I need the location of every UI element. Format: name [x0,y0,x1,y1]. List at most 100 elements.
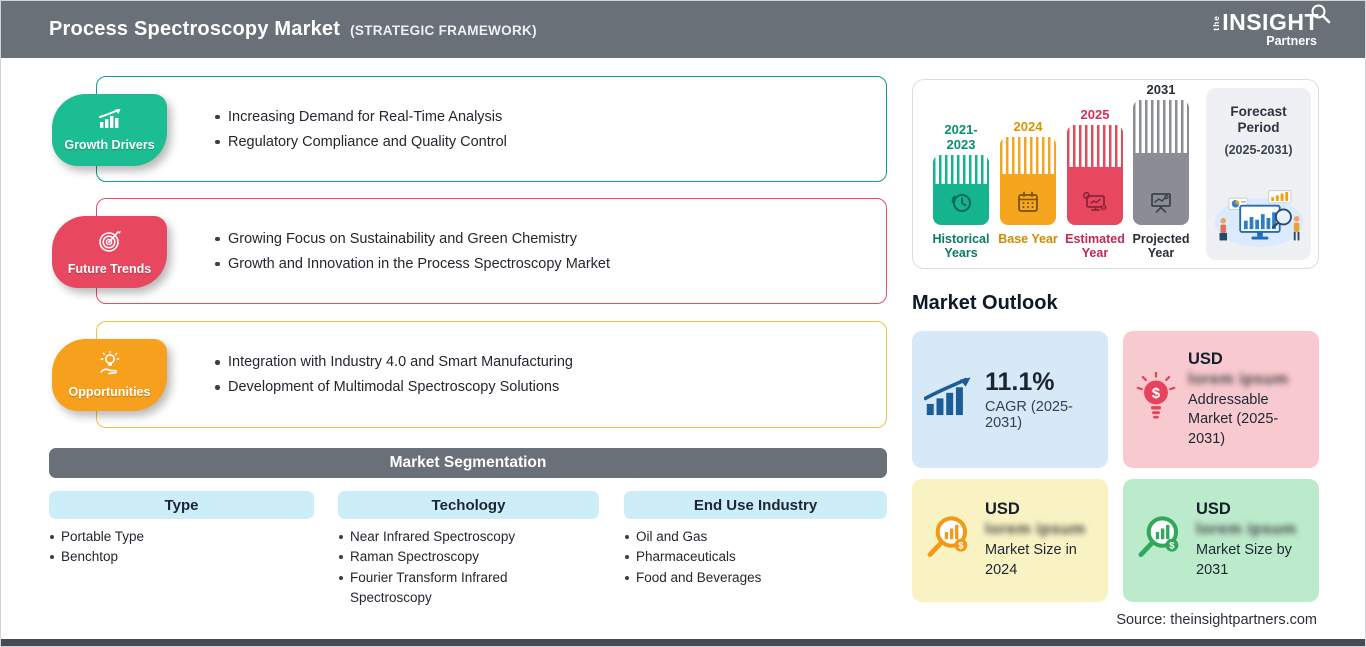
future-trend-item: Growing Focus on Sustainability and Gree… [215,231,886,247]
bar: 2021-2023 [933,122,989,225]
timeline-caption: Historical Years [932,232,990,261]
list-item: Pharmaceuticals [624,547,864,567]
timeline-bar-estimated: 2025 $ Estimated Year [1065,80,1125,268]
page-title: Process Spectroscopy Market [49,18,341,40]
segment-header-end-use: End Use Industry [624,491,887,519]
list-item: Raman Spectroscopy [338,547,550,567]
timeline-caption: Base Year [998,232,1058,246]
header: Process Spectroscopy Market (STRATEGIC F… [1,1,1365,58]
segment-header-label: End Use Industry [693,496,818,514]
forecast-period-panel: Forecast Period (2025-2031) [1206,88,1311,260]
timeline-bar-base: 2024 Base Year [998,80,1058,268]
logo-insight-text: INSIGHT [1222,9,1319,36]
future-trends-label: Future Trends [67,262,152,276]
timeline-bar-projected: 2031 Projected Year [1131,80,1191,268]
opportunities-badge: Opportunities [52,339,167,411]
cagr-card: 11.1% CAGR (2025-2031) [912,331,1108,468]
logo-the-text: The [1210,14,1221,31]
clock-history-icon [951,194,971,212]
segment-header-type: Type [49,491,314,519]
svg-text:$: $ [958,541,964,552]
card-label: Market Size in 2024 [985,542,1077,578]
segment-header-technology: Techology [338,491,599,519]
market-segmentation-bar: Market Segmentation [49,448,887,478]
list-item: Fourier Transform Infrared Spectroscopy [338,568,550,609]
end-use-list: Oil and Gas Pharmaceuticals Food and Bev… [624,527,864,588]
list-item: Food and Beverages [624,568,864,588]
calendar-icon [1018,191,1038,212]
header-titles: Process Spectroscopy Market (STRATEGIC F… [49,18,537,41]
addressable-market-card: $ USD lorem ipsum Addressable Market (20… [1123,331,1319,468]
market-size-2031-text: USD lorem ipsum Market Size by 2031 [1196,500,1316,580]
monitor-gear-icon: $ [1082,191,1107,212]
magnifier-chart-icon: $ [924,513,974,568]
target-dart-icon [97,228,123,259]
growth-driver-item: Increasing Demand for Real-Time Analysis [215,109,886,125]
list-item: Oil and Gas [624,527,864,547]
market-size-2024-text: USD lorem ipsum Market Size in 2024 [985,500,1105,580]
type-list: Portable Type Benchtop [49,527,299,568]
blurred-value: lorem ipsum [1196,521,1297,539]
timeline-year: 2025 [1080,107,1110,122]
cagr-text: 11.1% CAGR (2025-2031) [985,368,1096,431]
card-label: Addressable Market (2025-2031) [1188,391,1279,447]
timeline-year: 2024 [1013,119,1043,134]
bar-chart-rising-icon [97,108,123,135]
research-timeline-card: 2021-2023 Historical Years 2024 Base Yea… [912,79,1319,269]
currency-label: USD [1188,349,1223,368]
future-trend-item: Growth and Innovation in the Process Spe… [215,256,886,272]
list-item: Portable Type [49,527,299,547]
list-item: Near Infrared Spectroscopy [338,527,550,547]
svg-text:$: $ [1152,386,1160,402]
opportunity-item: Development of Multimodal Spectroscopy S… [215,379,886,395]
lightbulb-hand-icon [96,350,124,382]
page-subtitle: (STRATEGIC FRAMEWORK) [350,23,537,38]
addressable-market-text: USD lorem ipsum Addressable Market (2025… [1188,350,1308,450]
future-trends-box: Future Trends Growing Focus on Sustainab… [52,198,887,304]
slide: Process Spectroscopy Market (STRATEGIC F… [0,0,1366,647]
currency-label: USD [985,500,1020,519]
brand-logo: The INSIGHT Partners [1210,4,1331,49]
growth-drivers-label: Growth Drivers [64,138,155,152]
cagr-label: CAGR (2025-2031) [985,399,1073,431]
growth-chart-icon [923,376,974,423]
market-size-2031-card: $ USD lorem ipsum Market Size by 2031 [1123,479,1319,602]
timeline-caption: Estimated Year [1065,232,1125,261]
timeline-caption: Projected Year [1132,232,1190,261]
bar: 2031 [1133,82,1189,225]
blurred-value: lorem ipsum [1188,370,1289,388]
technology-list: Near Infrared Spectroscopy Raman Spectro… [338,527,550,608]
blurred-value: lorem ipsum [985,521,1086,539]
forecast-period-range: (2025-2031) [1224,143,1293,158]
card-label: Market Size by 2031 [1196,542,1292,578]
svg-text:$: $ [1102,206,1105,212]
lightbulb-dollar-icon: $ [1135,371,1177,427]
market-outlook-title: Market Outlook [912,292,1058,314]
magnifier-chart-icon: $ [1135,513,1185,568]
timeline-year: 2021-2023 [944,122,978,152]
future-trends-badge: Future Trends [52,216,167,288]
svg-text:$: $ [1169,541,1175,552]
segment-header-label: Techology [431,496,506,514]
bar: 2025 $ [1067,107,1123,225]
market-size-2024-card: $ USD lorem ipsum Market Size in 2024 [912,479,1108,602]
opportunities-box: Opportunities Integration with Industry … [52,321,887,428]
growth-drivers-badge: Growth Drivers [52,94,167,166]
source-attribution: Source: theinsightpartners.com [1116,612,1317,628]
forecast-period-title: Forecast Period [1230,104,1287,136]
currency-label: USD [1196,500,1231,519]
magnifier-icon [1310,3,1332,29]
growth-driver-item: Regulatory Compliance and Quality Contro… [215,134,886,150]
timeline-bar-historical: 2021-2023 Historical Years [931,80,991,268]
bar: 2024 [1000,119,1056,225]
segment-header-label: Type [164,496,199,514]
opportunity-item: Integration with Industry 4.0 and Smart … [215,354,886,370]
growth-drivers-box: Growth Drivers Increasing Demand for Rea… [52,76,887,182]
presentation-icon [1151,193,1171,213]
cagr-value: 11.1% [985,368,1055,396]
bottom-accent-bar [1,639,1365,646]
opportunities-label: Opportunities [68,385,151,399]
list-item: Benchtop [49,547,299,567]
logo-partners-text: Partners [1266,34,1317,49]
market-segmentation-title: Market Segmentation [389,454,547,471]
